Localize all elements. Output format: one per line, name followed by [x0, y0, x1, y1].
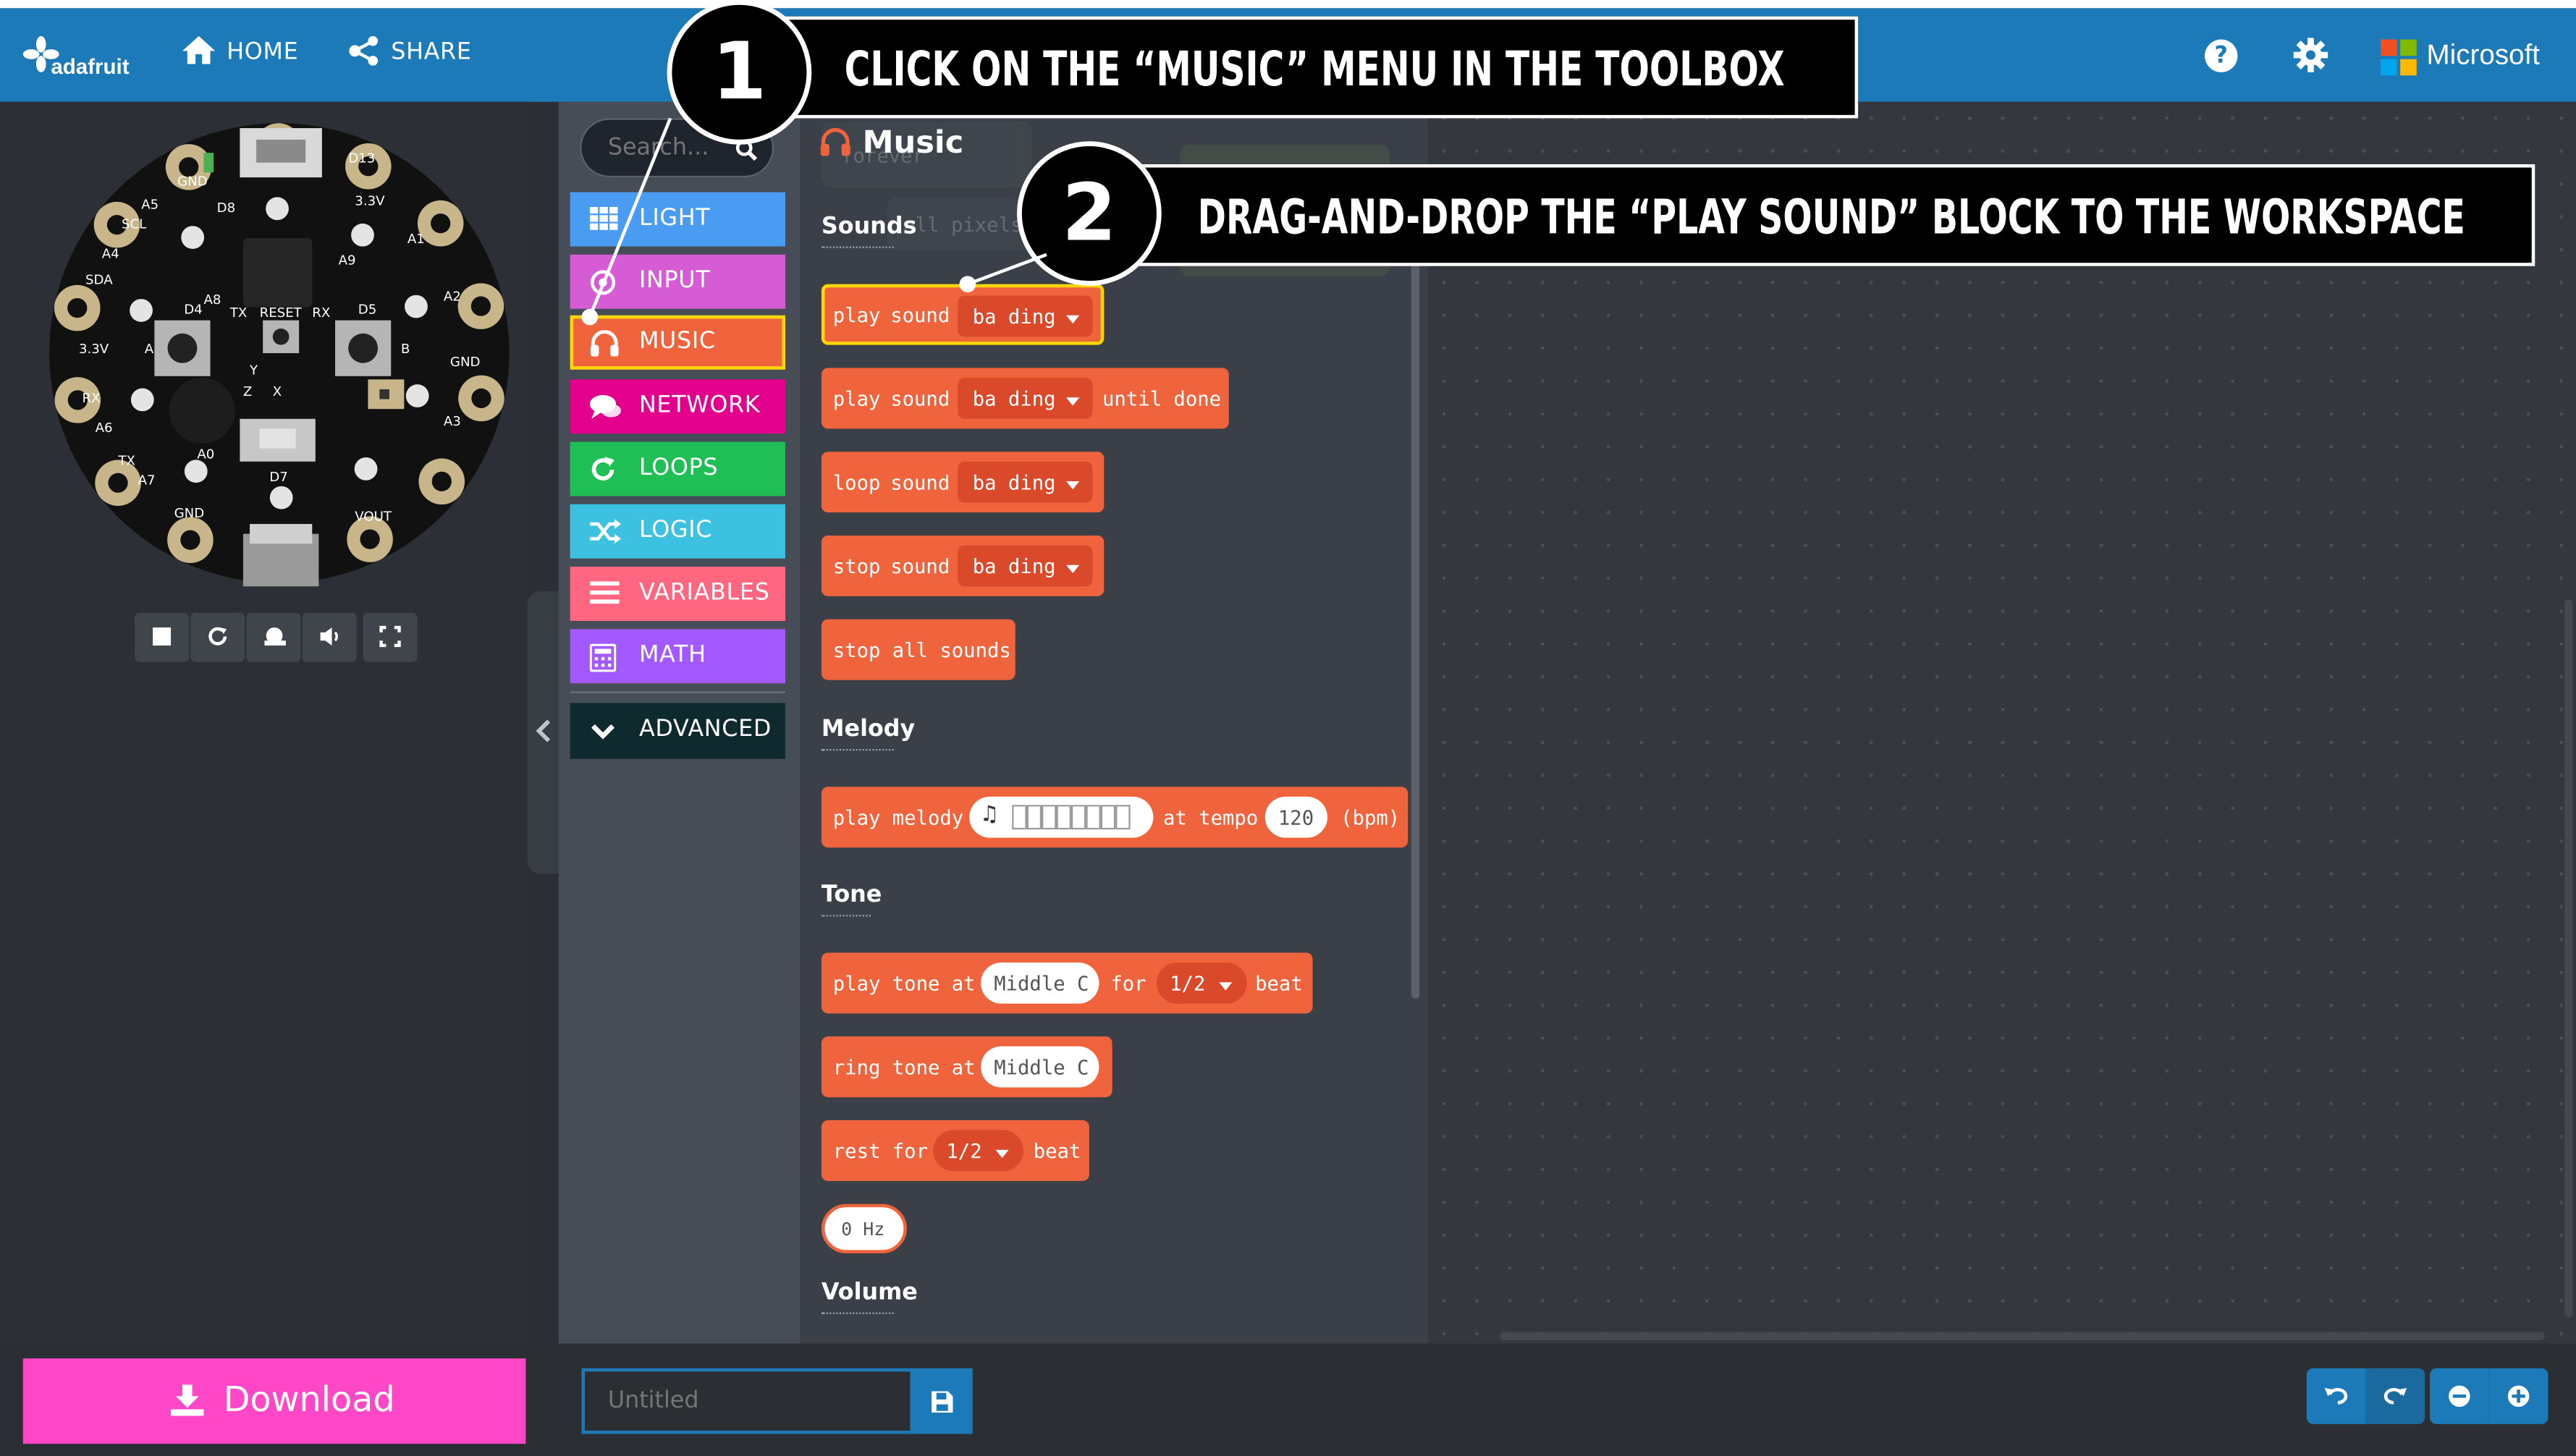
pointer-dot-1	[581, 308, 599, 326]
callout-pointers	[581, 117, 1047, 326]
pointer-dot-2	[959, 276, 976, 293]
pointer-line-2	[967, 253, 1047, 286]
pointer-line-1	[588, 117, 672, 318]
screen: adafruit HOME SHARE ? Microsoft D13 3.3V…	[0, 0, 2576, 1456]
